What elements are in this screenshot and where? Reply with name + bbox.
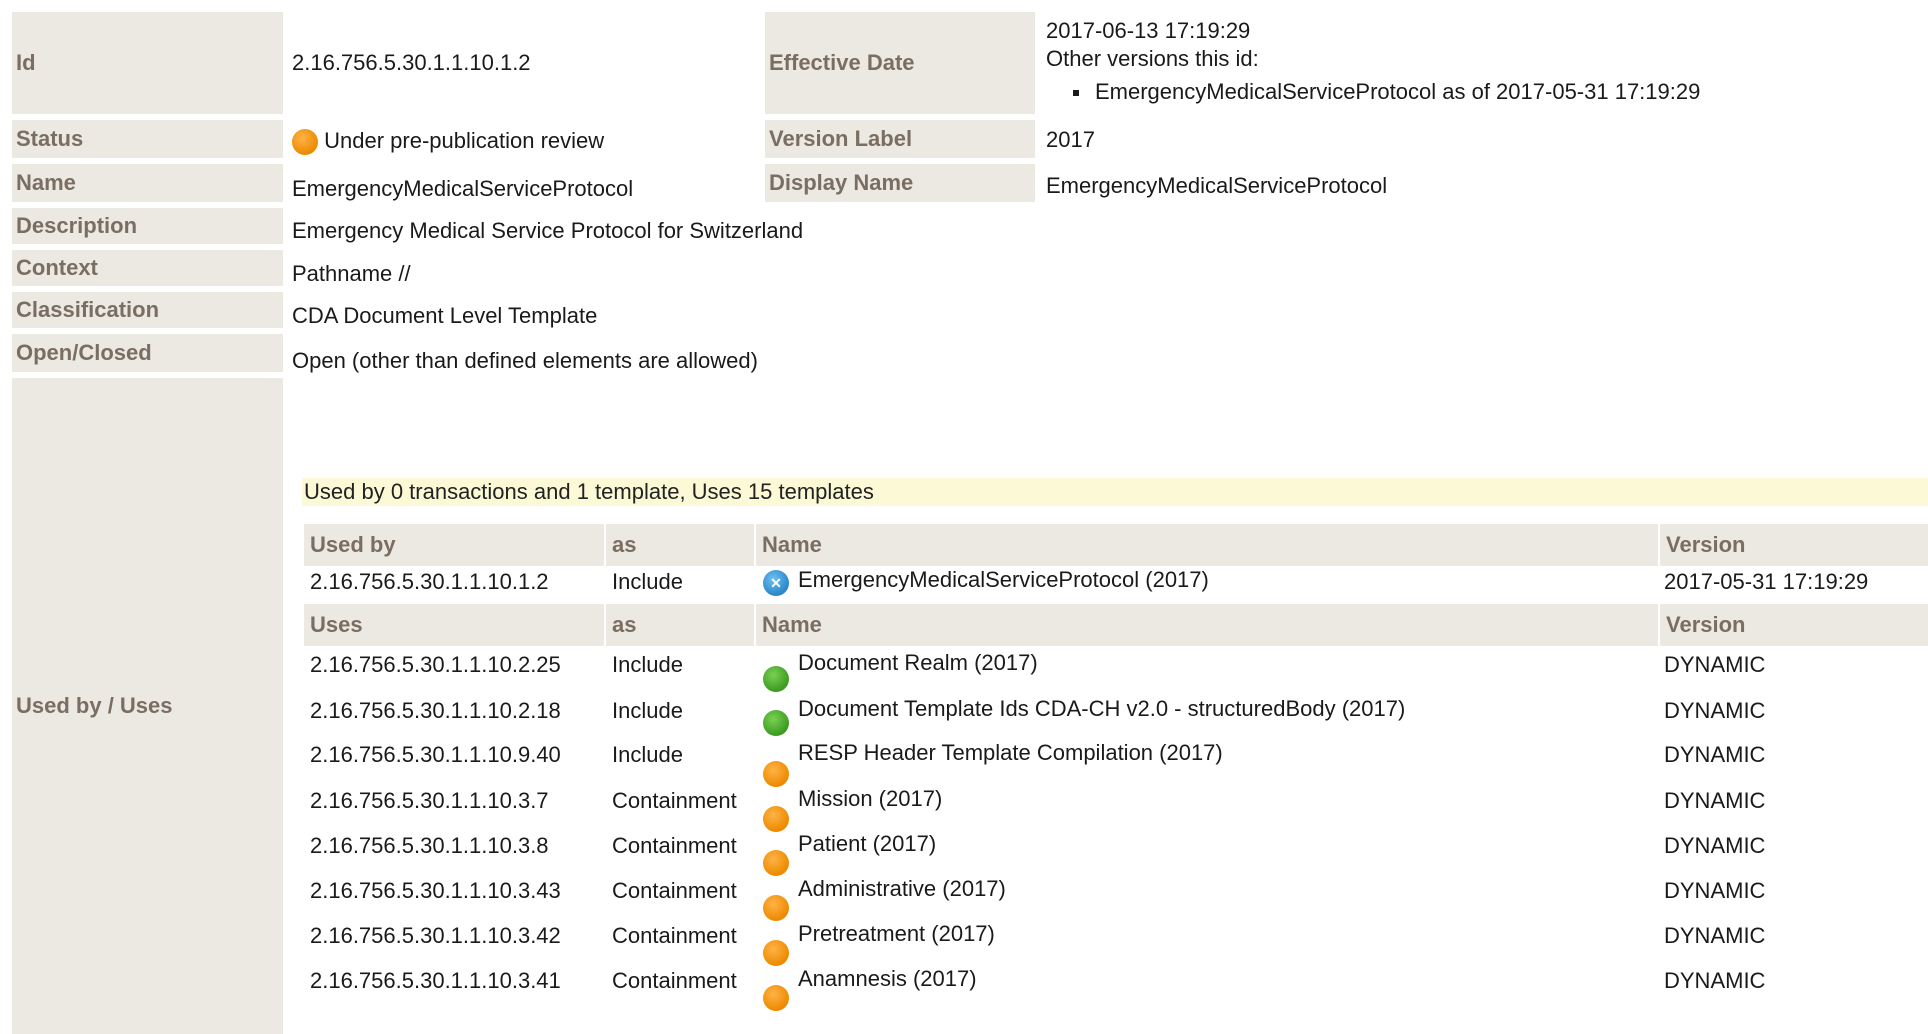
other-versions-label: Other versions this id: [1046,46,1259,71]
status-orange-icon [763,985,789,1011]
status-blue-cancelled-icon [763,570,789,596]
status-value: Under pre-publication review [292,128,605,156]
uses-row-1-name-link[interactable]: Document Template Ids CDA-CH v2.0 - stru… [798,696,1405,722]
label-version-label: Version Label [765,120,1035,158]
uses-row-5-version: DYNAMIC [1664,878,1766,903]
status-orange-icon [292,129,318,156]
uses-row-7-version: DYNAMIC [1664,968,1766,993]
used-by-header-version: Version [1660,524,1928,566]
uses-header-version: Version [1660,604,1928,646]
label-description: Description [12,208,283,244]
uses-row-7-id: 2.16.756.5.30.1.1.10.3.41 [310,968,561,993]
label-name: Name [12,164,283,202]
uses-row-4-version: DYNAMIC [1664,833,1766,858]
status-green-icon [763,666,789,692]
uses-header-name: Name [756,604,1658,646]
context-value: Pathname // [292,261,411,286]
status-orange-icon [763,806,789,832]
label-classification: Classification [12,292,283,328]
status-orange-icon [763,850,789,876]
uses-row-0-id: 2.16.756.5.30.1.1.10.2.25 [310,652,561,677]
uses-row-6-as: Containment [612,923,737,948]
name-value: EmergencyMedicalServiceProtocol [292,176,634,201]
effective-date-value: 2017-06-13 17:19:29 [1046,18,1251,43]
uses-row-7-as: Containment [612,968,737,993]
uses-row-6-id: 2.16.756.5.30.1.1.10.3.42 [310,923,561,948]
uses-row-0-version: DYNAMIC [1664,652,1766,677]
status-orange-icon [763,895,789,921]
uses-row-6-version: DYNAMIC [1664,923,1766,948]
used-by-row-id: 2.16.756.5.30.1.1.10.1.2 [310,569,549,594]
uses-row-5-name-link[interactable]: Administrative (2017) [798,876,1006,902]
uses-row-2-as: Include [612,742,683,767]
used-by-header-name: Name [756,524,1658,566]
label-display-name: Display Name [765,164,1035,202]
used-by-row-as: Include [612,569,683,594]
uses-header-id: Uses [304,604,604,646]
used-by-header-id: Used by [304,524,604,566]
uses-row-6-name-link[interactable]: Pretreatment (2017) [798,921,995,947]
uses-row-2-version: DYNAMIC [1664,742,1766,767]
status-orange-icon [763,940,789,966]
uses-row-3-as: Containment [612,788,737,813]
uses-header-as: as [606,604,754,646]
uses-row-5-as: Containment [612,878,737,903]
status-green-icon [763,710,789,736]
id-value: 2.16.756.5.30.1.1.10.1.2 [292,50,531,75]
status-orange-icon [763,761,789,787]
uses-row-2-id: 2.16.756.5.30.1.1.10.9.40 [310,742,561,767]
used-by-row-name-link[interactable]: EmergencyMedicalServiceProtocol (2017) [798,567,1209,593]
description-value: Emergency Medical Service Protocol for S… [292,218,804,243]
status-text: Under pre-publication review [324,128,605,153]
uses-row-2-name-link[interactable]: RESP Header Template Compilation (2017) [798,740,1223,766]
uses-row-4-name-link[interactable]: Patient (2017) [798,831,936,857]
uses-row-0-name-link[interactable]: Document Realm (2017) [798,650,1038,676]
uses-row-3-version: DYNAMIC [1664,788,1766,813]
classification-value: CDA Document Level Template [292,303,598,328]
label-status: Status [12,120,283,158]
uses-row-0-as: Include [612,652,683,677]
label-used-by-uses: Used by / Uses [12,378,283,1034]
uses-row-4-as: Containment [612,833,737,858]
label-id: Id [12,12,283,114]
display-name-value: EmergencyMedicalServiceProtocol [1046,173,1388,198]
version-label-value: 2017 [1046,127,1095,152]
uses-row-1-id: 2.16.756.5.30.1.1.10.2.18 [310,698,561,723]
uses-row-7-name-link[interactable]: Anamnesis (2017) [798,966,977,992]
label-context: Context [12,250,283,286]
label-open-closed: Open/Closed [12,334,283,372]
bullet-icon [1073,90,1079,96]
used-by-header-as: as [606,524,754,566]
other-version-link[interactable]: EmergencyMedicalServiceProtocol as of 20… [1095,79,1700,105]
used-by-row-version: 2017-05-31 17:19:29 [1664,569,1869,594]
uses-row-1-as: Include [612,698,683,723]
open-closed-value: Open (other than defined elements are al… [292,348,758,373]
uses-row-3-name-link[interactable]: Mission (2017) [798,786,942,812]
label-effective-date: Effective Date [765,12,1035,114]
usage-summary: Used by 0 transactions and 1 template, U… [302,478,1928,506]
uses-row-3-id: 2.16.756.5.30.1.1.10.3.7 [310,788,549,813]
uses-row-1-version: DYNAMIC [1664,698,1766,723]
uses-row-4-id: 2.16.756.5.30.1.1.10.3.8 [310,833,549,858]
uses-row-5-id: 2.16.756.5.30.1.1.10.3.43 [310,878,561,903]
